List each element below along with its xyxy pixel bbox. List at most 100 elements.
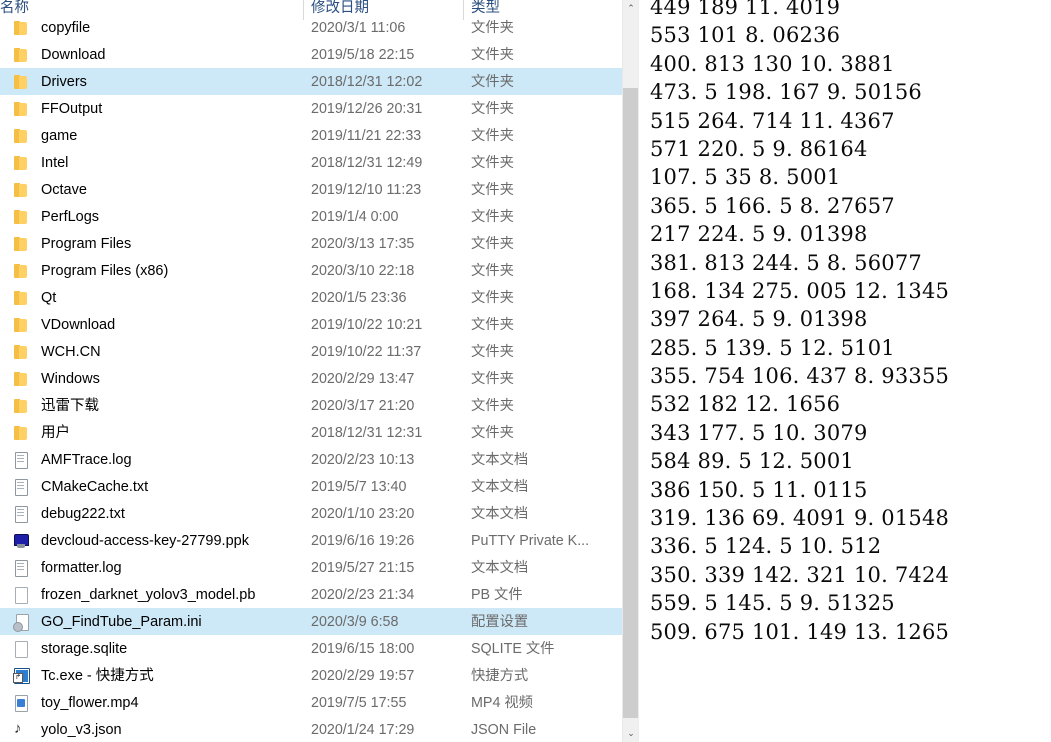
- file-row[interactable]: Download 2019/5/18 22:15 文件夹: [0, 41, 622, 68]
- folder-icon: [13, 398, 29, 414]
- file-row[interactable]: Octave 2019/12/10 11:23 文件夹: [0, 176, 622, 203]
- file-type-label: SQLITE 文件: [471, 640, 555, 657]
- console-output-pane[interactable]: 449 189 11. 4019 553 101 8. 06236 400. 813…: [638, 0, 1051, 742]
- file-name-label: AMFTrace.log: [41, 451, 132, 468]
- file-name-cell: Drivers: [0, 73, 87, 91]
- console-line: 449 189 11. 4019: [650, 0, 841, 19]
- file-row[interactable]: 迅雷下载 2020/3/17 21:20 文件夹: [0, 392, 622, 419]
- file-date-modified: 2019/10/22 10:21: [311, 316, 423, 333]
- file-name-cell: Program Files (x86): [0, 262, 168, 280]
- file-name-cell: Intel: [0, 154, 68, 172]
- file-name-cell: storage.sqlite: [0, 640, 127, 658]
- file-type-label: 文件夹: [471, 154, 514, 171]
- file-row[interactable]: FFOutput 2019/12/26 20:31 文件夹: [0, 95, 622, 122]
- file-type-label: MP4 视频: [471, 694, 533, 711]
- folder-icon: [13, 128, 29, 144]
- file-date-modified: 2020/3/9 6:58: [311, 613, 399, 630]
- file-type-label: 文件夹: [471, 289, 514, 306]
- console-line: 559. 5 145. 5 9. 51325: [650, 591, 895, 616]
- file-row[interactable]: yolo_v3.json 2020/1/24 17:29 JSON File: [0, 716, 622, 742]
- file-date-modified: 2019/10/22 11:37: [311, 343, 422, 360]
- console-line: 386 150. 5 11. 0115: [650, 477, 868, 502]
- file-row[interactable]: toy_flower.mp4 2019/7/5 17:55 MP4 视频: [0, 689, 622, 716]
- file-type-label: 文本文档: [471, 505, 529, 522]
- file-row[interactable]: WCH.CN 2019/10/22 11:37 文件夹: [0, 338, 622, 365]
- file-name-label: VDownload: [41, 316, 116, 333]
- file-date-modified: 2020/2/29 13:47: [311, 370, 415, 387]
- folder-icon: [13, 317, 29, 333]
- console-line: 515 264. 714 11. 4367: [650, 108, 895, 133]
- scroll-down-arrow-icon[interactable]: ⌄: [623, 725, 638, 742]
- scrollbar-thumb[interactable]: [623, 88, 638, 718]
- console-line: 509. 675 101. 149 13. 1265: [650, 619, 950, 644]
- file-type-label: 快捷方式: [471, 667, 529, 684]
- file-row[interactable]: devcloud-access-key-27799.ppk 2019/6/16 1…: [0, 527, 622, 554]
- file-date-modified: 2020/3/1 11:06: [311, 19, 406, 36]
- file-row[interactable]: PerfLogs 2019/1/4 0:00 文件夹: [0, 203, 622, 230]
- file-type-label: 文件夹: [471, 316, 514, 333]
- file-date-modified: 2020/2/23 21:34: [311, 586, 415, 603]
- file-name-cell: GO_FindTube_Param.ini: [0, 613, 202, 632]
- file-type-label: 文本文档: [471, 451, 529, 468]
- file-type-label: 文本文档: [471, 559, 529, 576]
- file-name-cell: CMakeCache.txt: [0, 478, 148, 496]
- vertical-scrollbar[interactable]: ⌃ ⌄: [622, 0, 638, 742]
- file-type-label: JSON File: [471, 721, 537, 738]
- file-name-label: Tc.exe - 快捷方式: [41, 667, 154, 684]
- file-row[interactable]: GO_FindTube_Param.ini 2020/3/9 6:58 配置设置: [0, 608, 622, 635]
- file-name-label: copyfile: [41, 19, 91, 36]
- file-row[interactable]: formatter.log 2019/5/27 21:15 文本文档: [0, 554, 622, 581]
- file-row[interactable]: Program Files 2020/3/13 17:35 文件夹: [0, 230, 622, 257]
- file-row[interactable]: frozen_darknet_yolov3_model.pb 2020/2/23 …: [0, 581, 622, 608]
- file-row[interactable]: game 2019/11/21 22:33 文件夹: [0, 122, 622, 149]
- file-row[interactable]: Tc.exe - 快捷方式 2020/2/29 19:57 快捷方式: [0, 662, 622, 689]
- file-row[interactable]: Intel 2018/12/31 12:49 文件夹: [0, 149, 622, 176]
- file-name-cell: VDownload: [0, 316, 115, 334]
- file-date-modified: 2019/6/15 18:00: [311, 640, 415, 657]
- file-type-label: 文件夹: [471, 208, 514, 225]
- folder-icon: [13, 155, 29, 171]
- console-line: 285. 5 139. 5 12. 5101: [650, 335, 895, 360]
- file-row[interactable]: Windows 2020/2/29 13:47 文件夹: [0, 365, 622, 392]
- file-name-cell: debug222.txt: [0, 505, 125, 523]
- file-row[interactable]: storage.sqlite 2019/6/15 18:00 SQLITE 文件: [0, 635, 622, 662]
- file-row[interactable]: VDownload 2019/10/22 10:21 文件夹: [0, 311, 622, 338]
- file-name-label: WCH.CN: [41, 343, 101, 360]
- file-name-label: CMakeCache.txt: [41, 478, 149, 495]
- console-line: 532 182 12. 1656: [650, 392, 841, 417]
- file-row[interactable]: Program Files (x86) 2020/3/10 22:18 文件夹: [0, 257, 622, 284]
- folder-icon: [13, 101, 29, 117]
- folder-icon: [13, 182, 29, 198]
- console-line: 168. 134 275. 005 12. 1345: [650, 278, 950, 303]
- file-date-modified: 2020/3/10 22:18: [311, 262, 415, 279]
- console-line: 397 264. 5 9. 01398: [650, 307, 868, 332]
- ini-file-icon: [13, 613, 29, 632]
- file-type-label: 文本文档: [471, 478, 529, 495]
- file-row[interactable]: Qt 2020/1/5 23:36 文件夹: [0, 284, 622, 311]
- console-line: 217 224. 5 9. 01398: [650, 222, 868, 247]
- file-row[interactable]: copyfile 2020/3/1 11:06 文件夹: [0, 14, 622, 41]
- file-type-label: 文件夹: [471, 235, 514, 252]
- console-line: 553 101 8. 06236: [650, 23, 841, 48]
- scroll-up-arrow-icon[interactable]: ⌃: [623, 0, 638, 17]
- file-date-modified: 2020/2/23 10:13: [311, 451, 415, 468]
- folder-icon: [13, 290, 29, 306]
- file-row[interactable]: 用户 2018/12/31 12:31 文件夹: [0, 419, 622, 446]
- file-name-cell: Download: [0, 46, 106, 64]
- file-date-modified: 2019/1/4 0:00: [311, 208, 399, 225]
- file-name-label: Octave: [41, 181, 87, 198]
- file-type-label: 文件夹: [471, 73, 514, 90]
- file-row[interactable]: debug222.txt 2020/1/10 23:20 文本文档: [0, 500, 622, 527]
- file-row[interactable]: Drivers 2018/12/31 12:02 文件夹: [0, 68, 622, 95]
- folder-icon: [13, 263, 29, 279]
- file-name-cell: copyfile: [0, 19, 90, 37]
- file-row[interactable]: CMakeCache.txt 2019/5/7 13:40 文本文档: [0, 473, 622, 500]
- folder-icon: [13, 236, 29, 252]
- console-line-list: 449 189 11. 4019 553 101 8. 06236 400. 813…: [650, 0, 949, 646]
- file-name-label: Windows: [41, 370, 100, 387]
- file-type-label: PB 文件: [471, 586, 523, 603]
- file-row[interactable]: AMFTrace.log 2020/2/23 10:13 文本文档: [0, 446, 622, 473]
- file-name-cell: toy_flower.mp4: [0, 694, 139, 712]
- file-name-cell: Qt: [0, 289, 56, 307]
- file-type-label: 文件夹: [471, 370, 514, 387]
